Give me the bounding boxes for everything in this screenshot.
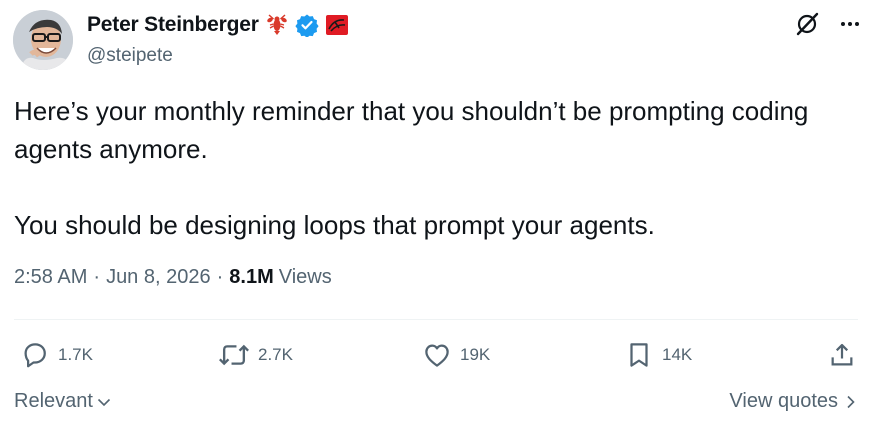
meta-separator: · <box>216 266 224 288</box>
tweet-actions-bar: 1.7K 2.7K 19K 14K <box>20 340 856 370</box>
tweet-time[interactable]: 2:58 AM <box>14 266 87 289</box>
more-options-icon[interactable] <box>838 12 862 36</box>
heart-icon <box>425 344 449 367</box>
chevron-down-icon <box>97 398 111 406</box>
bookmark-count: 14K <box>662 345 693 364</box>
avatar[interactable] <box>13 10 73 70</box>
tweet-meta: 2:58 AM · Jun 8, 2026 · 8.1M Views <box>14 266 332 289</box>
repost-button[interactable]: 2.7K <box>218 340 293 370</box>
affiliate-badge-icon[interactable] <box>325 13 349 37</box>
bookmark-button[interactable]: 14K <box>624 340 692 370</box>
tweet-header: Peter Steinberger @steipete <box>13 9 862 73</box>
repost-icon <box>219 344 249 366</box>
tweet-top-actions <box>794 11 862 37</box>
verified-badge-icon[interactable] <box>295 13 319 38</box>
avatar-image <box>13 10 73 70</box>
tweet-footer: Relevant View quotes <box>14 390 858 418</box>
view-quotes-label: View quotes <box>729 390 838 412</box>
tweet-date[interactable]: Jun 8, 2026 <box>106 266 211 289</box>
views-label: Views <box>278 266 332 288</box>
view-quotes-link[interactable]: View quotes <box>729 390 858 413</box>
like-button[interactable]: 19K <box>422 340 490 370</box>
views-count: 8.1M <box>229 266 274 288</box>
tweet-paragraph: You should be designing loops that promp… <box>14 210 655 240</box>
reply-button[interactable]: 1.7K <box>20 340 93 370</box>
share-button[interactable] <box>828 340 856 370</box>
sort-label: Relevant <box>14 390 93 412</box>
grok-icon[interactable] <box>794 11 820 37</box>
sort-relevant-dropdown[interactable]: Relevant <box>14 390 113 413</box>
divider <box>14 319 858 320</box>
tweet-text: Here’s your monthly reminder that you sh… <box>14 92 844 244</box>
reply-count: 1.7K <box>58 345 93 364</box>
share-icon <box>831 343 853 366</box>
author-display-name[interactable]: Peter Steinberger <box>87 13 259 37</box>
repost-count: 2.7K <box>258 345 293 364</box>
lobster-emoji-icon <box>265 13 289 37</box>
bookmark-icon <box>630 343 648 367</box>
meta-separator: · <box>93 266 101 288</box>
author-name-row: Peter Steinberger <box>87 13 349 38</box>
reply-icon <box>24 343 46 368</box>
like-count: 19K <box>460 345 491 364</box>
tweet-paragraph: Here’s your monthly reminder that you sh… <box>14 96 809 164</box>
author-handle[interactable]: @steipete <box>87 45 173 67</box>
chevron-right-icon <box>847 395 855 408</box>
